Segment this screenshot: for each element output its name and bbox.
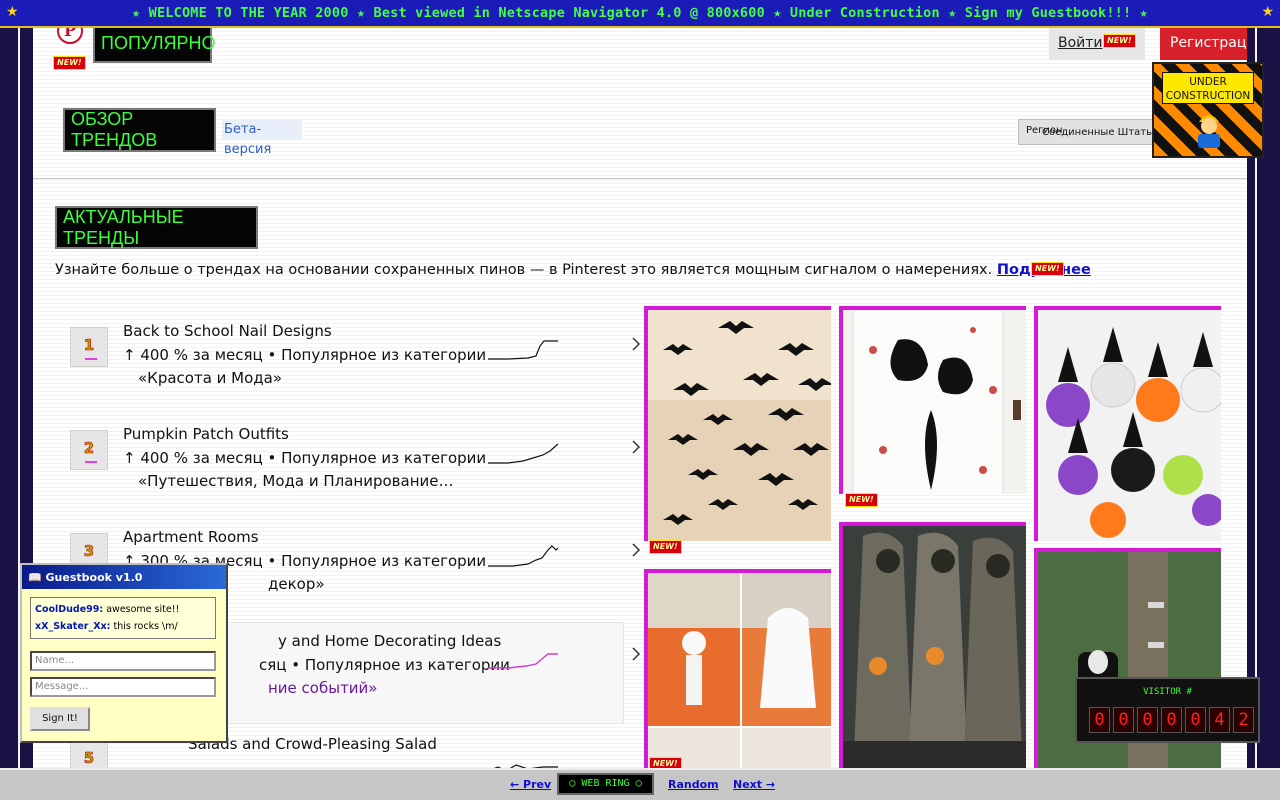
- hanging-ghouls-image[interactable]: [839, 522, 1026, 768]
- current-trends-title: АКТУАЛЬНЫЕ ТРЕНДЫ: [55, 206, 258, 249]
- trend-rank: 5: [70, 740, 108, 768]
- star-icon: ★: [6, 4, 19, 20]
- trend-sparkline: [488, 443, 559, 464]
- webring-random-link[interactable]: Random: [668, 778, 719, 791]
- guestbook-messages: CoolDude99: awesome site!! xX_Skater_Xx:…: [30, 597, 216, 639]
- under-construction-sign: UNDER CONSTRUCTION: [1152, 62, 1264, 158]
- trend-row[interactable]: 1 Back to School Nail Designs ↑ 400 % за…: [70, 322, 641, 417]
- ghost-craft-image[interactable]: [644, 569, 831, 768]
- bats-decor-image[interactable]: [644, 306, 831, 541]
- pinterest-logo-icon[interactable]: P: [57, 28, 83, 44]
- guestbook-window: 📖 Guestbook v1.0 CoolDude99: awesome sit…: [20, 563, 228, 743]
- chevron-right-icon[interactable]: [630, 439, 642, 455]
- trend-category: ние событий»: [268, 679, 378, 697]
- trend-category: декор»: [268, 575, 325, 593]
- star-icon: ★: [1261, 4, 1274, 20]
- trend-title: Back to School Nail Designs: [123, 322, 332, 340]
- trend-row[interactable]: 2 Pumpkin Patch Outfits ↑ 400 % за месяц…: [70, 425, 641, 520]
- trend-sparkline: [488, 340, 558, 360]
- signup-label: Регистрация: [1170, 35, 1247, 51]
- guestbook-title: 📖 Guestbook v1.0: [22, 565, 226, 589]
- trend-stat: сяц • Популярное из категории: [259, 656, 510, 674]
- chevron-right-icon[interactable]: [630, 646, 642, 662]
- signup-button[interactable]: Регистрация: [1160, 28, 1247, 60]
- under-construction-label: UNDER CONSTRUCTION: [1162, 72, 1254, 104]
- chevron-right-icon[interactable]: [630, 542, 642, 558]
- guestbook-message: CoolDude99: awesome site!!: [35, 604, 180, 615]
- trends-overview-title: ОБЗОР ТРЕНДОВ: [63, 108, 216, 152]
- marquee-text: ★ WELCOME TO THE YEAR 2000 ★ Best viewed…: [132, 5, 1148, 21]
- trend-category: «Путешествия, Мода и Планирование…: [138, 472, 454, 490]
- ghost-door-image[interactable]: [839, 306, 1026, 494]
- trends-intro: Узнайте больше о трендах на основании со…: [55, 262, 1095, 278]
- trend-title: y and Home Decorating Ideas: [278, 632, 502, 650]
- chevron-right-icon[interactable]: [630, 336, 642, 352]
- new-badge: NEW!: [1031, 262, 1064, 276]
- visitor-counter-label: VISITOR #: [1143, 687, 1192, 697]
- intro-text: Узнайте больше о трендах на основании со…: [55, 262, 993, 278]
- guestbook-sign-button[interactable]: Sign It!: [30, 707, 90, 731]
- guestbook-message: xX_Skater_Xx: this rocks \m/: [35, 621, 178, 632]
- trend-sparkline: [488, 653, 558, 669]
- witch-hats-pompoms-image[interactable]: [1034, 306, 1221, 541]
- new-badge: NEW!: [649, 540, 682, 554]
- trend-rank: 2: [70, 430, 108, 470]
- region-select[interactable]: Регион Соединенные Штаты Америки: [1018, 119, 1158, 145]
- guestbook-message-input[interactable]: Message...: [30, 677, 216, 697]
- construction-worker-icon: [1198, 115, 1220, 148]
- trend-sparkline: [488, 545, 559, 567]
- new-badge: NEW!: [53, 56, 86, 70]
- visitor-counter-digits: 0 0 0 0 0 4 2: [1089, 707, 1254, 733]
- guestbook-name-input[interactable]: Name...: [30, 651, 216, 671]
- visitor-counter: VISITOR # 0 0 0 0 0 4 2: [1075, 677, 1260, 743]
- login-label: Войти: [1058, 35, 1103, 51]
- webring-next-link[interactable]: Next →: [733, 778, 775, 791]
- trend-stat: ↑ 400 % за месяц • Популярное из категор…: [123, 449, 487, 467]
- webring-badge: ◯ WEB RING ◯: [557, 773, 654, 795]
- new-badge: NEW!: [845, 493, 878, 507]
- trend-title: Apartment Rooms: [123, 528, 259, 546]
- trend-title: Pumpkin Patch Outfits: [123, 425, 289, 443]
- popular-button[interactable]: ПОПУЛЯРНО: [93, 28, 216, 63]
- trend-sparkline: [493, 764, 558, 768]
- trend-rank: 1: [70, 327, 108, 367]
- beta-badge: Бета-версия: [222, 120, 302, 157]
- new-badge: NEW!: [1103, 34, 1136, 48]
- trend-category: «Красота и Мода»: [138, 369, 283, 387]
- new-badge: NEW!: [649, 757, 682, 768]
- marquee-banner: ★ ★ WELCOME TO THE YEAR 2000 ★ Best view…: [0, 0, 1280, 28]
- divider: [33, 178, 1247, 179]
- region-value: Соединенные Штаты Америки: [1042, 127, 1157, 138]
- webring-prev-link[interactable]: ← Prev: [510, 778, 551, 791]
- webring-bar: ← Prev ◯ WEB RING ◯ Random Next →: [0, 768, 1280, 800]
- trend-stat: ↑ 400 % за месяц • Популярное из категор…: [123, 346, 487, 364]
